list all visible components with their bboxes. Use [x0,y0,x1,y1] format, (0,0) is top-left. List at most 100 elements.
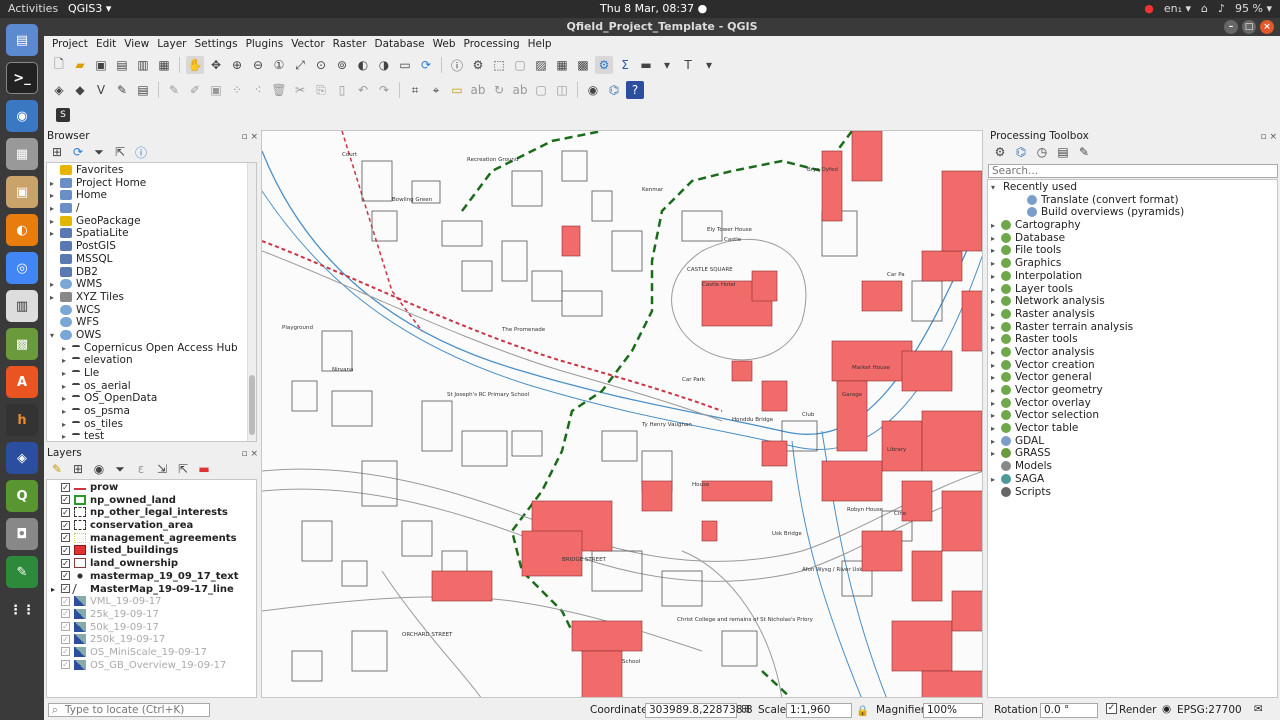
current-edits-icon[interactable]: ✎ [165,81,183,99]
locator-input[interactable]: ⌕ Type to locate (Ctrl+K) [48,703,210,717]
deselect-icon[interactable]: ▨ [532,56,550,74]
menu-edit[interactable]: Edit [96,36,116,52]
browser-item[interactable]: ▸ Copernicus Open Access Hub [50,342,248,355]
digitize-icon[interactable]: ✎ [113,81,131,99]
layer-visibility-checkbox[interactable]: ✓ [61,596,70,606]
layer-item[interactable]: ✓ VML_19-09-17 [51,596,251,609]
crs-icon[interactable]: ◉ [1162,703,1171,715]
menu-web[interactable]: Web [433,36,456,52]
chromium-icon[interactable]: ◎ [6,252,38,284]
layer-visibility-checkbox[interactable]: ✓ [61,584,70,593]
zoom-out-icon[interactable]: ⊖ [249,56,267,74]
attribute-table-icon[interactable]: ▦ [553,56,571,74]
clock[interactable]: Thu 8 Mar, 08:37 ● [600,2,707,15]
hacker-icon[interactable]: h [6,404,38,436]
menu-processing[interactable]: Processing [464,36,520,52]
processing-group[interactable]: ▸ Raster terrain analysis [991,321,1271,334]
processing-toolbox-icon[interactable]: ⚙ [595,56,613,74]
manage-map-themes-icon[interactable]: ◉ [90,460,108,478]
expand-all-icon[interactable]: ⇲ [153,460,171,478]
browser-item[interactable]: Favorites [50,164,248,177]
processing-group[interactable]: ▸ File tools [991,244,1271,257]
layer-item[interactable]: ▸ ✓ MasterMap_19-09-17_line [51,583,251,597]
save-edits-icon[interactable]: ▣ [207,81,225,99]
menu-database[interactable]: Database [375,36,425,52]
select-features-icon[interactable]: ⬚ [490,56,508,74]
browser-item[interactable]: ▸ elevation [50,354,248,367]
layer-item[interactable]: ✓ listed_buildings [51,545,251,558]
select-by-value-icon[interactable]: ▢ [511,56,529,74]
add-feature-icon[interactable]: ⁘ [228,81,246,99]
panel-close-icon[interactable]: ▫ × [241,447,258,461]
history-icon[interactable]: ◷ [1033,143,1051,161]
close-button[interactable]: × [1260,20,1274,34]
processing-provider[interactable]: ▸ SAGA [991,473,1271,486]
processing-group[interactable]: ▸ Graphics [991,257,1271,270]
browser-item[interactable]: ▸ os_aerial [50,380,248,393]
browser-item[interactable]: WFS [50,316,248,329]
language-indicator[interactable]: en₁ ▾ [1164,2,1191,15]
remove-layer-icon[interactable]: ▬ [195,460,213,478]
add-group-icon[interactable]: ⊞ [69,460,87,478]
refresh-browser-icon[interactable]: ⟳ [69,143,87,161]
files-icon[interactable]: ▤ [6,24,38,56]
edit-features-icon[interactable]: ✎ [1075,143,1093,161]
processing-group[interactable]: ▸ Vector creation [991,359,1271,372]
processing-group[interactable]: ▸ Vector general [991,371,1271,384]
browser-item[interactable]: ▸ test [50,430,248,443]
browser-item[interactable]: ▾ OWS [50,329,248,342]
processing-recent-item[interactable]: Build overviews (pyramids) [991,206,1271,219]
layer-item[interactable]: ✓ 50k_19-09-17 [51,621,251,635]
undo-icon[interactable]: ↶ [354,81,372,99]
menu-help[interactable]: Help [528,36,552,52]
battery-indicator[interactable]: 95 % ▾ [1235,2,1272,15]
layer-visibility-checkbox[interactable]: ✓ [61,482,70,492]
collapse-all-icon[interactable]: ⇱ [111,143,129,161]
zoom-selection-icon[interactable]: ⊙ [312,56,330,74]
filter-legend-icon[interactable]: ⏷ [111,460,129,478]
browser-item[interactable]: ▸ os_tiles [50,418,248,431]
layer-item[interactable]: ✓ OS_GB_Overview_19-09-17 [51,659,251,673]
panel-close-icon[interactable]: ▫ × [241,130,258,144]
redo-icon[interactable]: ↷ [375,81,393,99]
field-calculator-icon[interactable]: ▩ [574,56,592,74]
diagram-icon[interactable]: ◫ [553,81,571,99]
menu-settings[interactable]: Settings [194,36,237,52]
layer-item[interactable]: ✓ 250k_19-09-17 [51,634,251,647]
messages-icon[interactable]: ✉ [1254,703,1263,715]
pin-labels-icon[interactable]: ⌖ [427,81,445,99]
processing-group[interactable]: ▸ Vector analysis [991,346,1271,359]
browser-item[interactable]: ▸ Project Home [50,177,248,190]
new-project-icon[interactable]: 🗋 [50,56,68,74]
crs-label[interactable]: EPSG:27700 [1177,704,1242,716]
globe-plugin-icon[interactable]: ◉ [584,81,602,99]
browser-item[interactable]: PostGIS [50,240,248,253]
annotation-dropdown-icon[interactable]: ▾ [700,56,718,74]
browser-item[interactable]: ▸ WMS [50,278,248,291]
expand-arrow-icon[interactable]: ▸ [51,584,61,597]
results-viewer-icon[interactable]: ▤ [1054,143,1072,161]
layer-item[interactable]: ✓ np_owned_land [51,494,251,508]
layer-item[interactable]: ✓ np_other_legal_interests [51,507,251,520]
show-apps-icon[interactable]: ⋮⋮ [6,594,38,626]
filter-expression-icon[interactable]: ε [132,460,150,478]
scale-combo[interactable]: 1:1,960 [786,703,852,718]
screenshot-icon[interactable]: ◘ [6,518,38,550]
layer-visibility-checkbox[interactable]: ✓ [61,495,70,505]
processing-group[interactable]: ▸ Network analysis [991,295,1271,308]
properties-icon[interactable]: ⓘ [132,143,150,161]
layer-item[interactable]: ✓ 25k_19-09-17 [51,608,251,622]
coordinate-field[interactable]: 303989.8,228738.8 [645,703,753,718]
browser-item[interactable]: MSSQL [50,253,248,266]
vertex-tool-icon[interactable]: ⁖ [249,81,267,99]
identify-icon[interactable]: ⓘ [448,56,466,74]
label-tool-icon[interactable]: ⌗ [406,81,424,99]
python-console-icon[interactable]: ⌬ [605,81,623,99]
processing-provider[interactable]: ▸ GDAL [991,435,1271,448]
menu-vector[interactable]: Vector [291,36,324,52]
menu-project[interactable]: Project [52,36,88,52]
menu-plugins[interactable]: Plugins [246,36,284,52]
scripts-icon[interactable]: ⌬ [1012,143,1030,161]
toggle-editing-icon[interactable]: ✐ [186,81,204,99]
layer-item[interactable]: ✓ management_agreements [51,532,251,546]
